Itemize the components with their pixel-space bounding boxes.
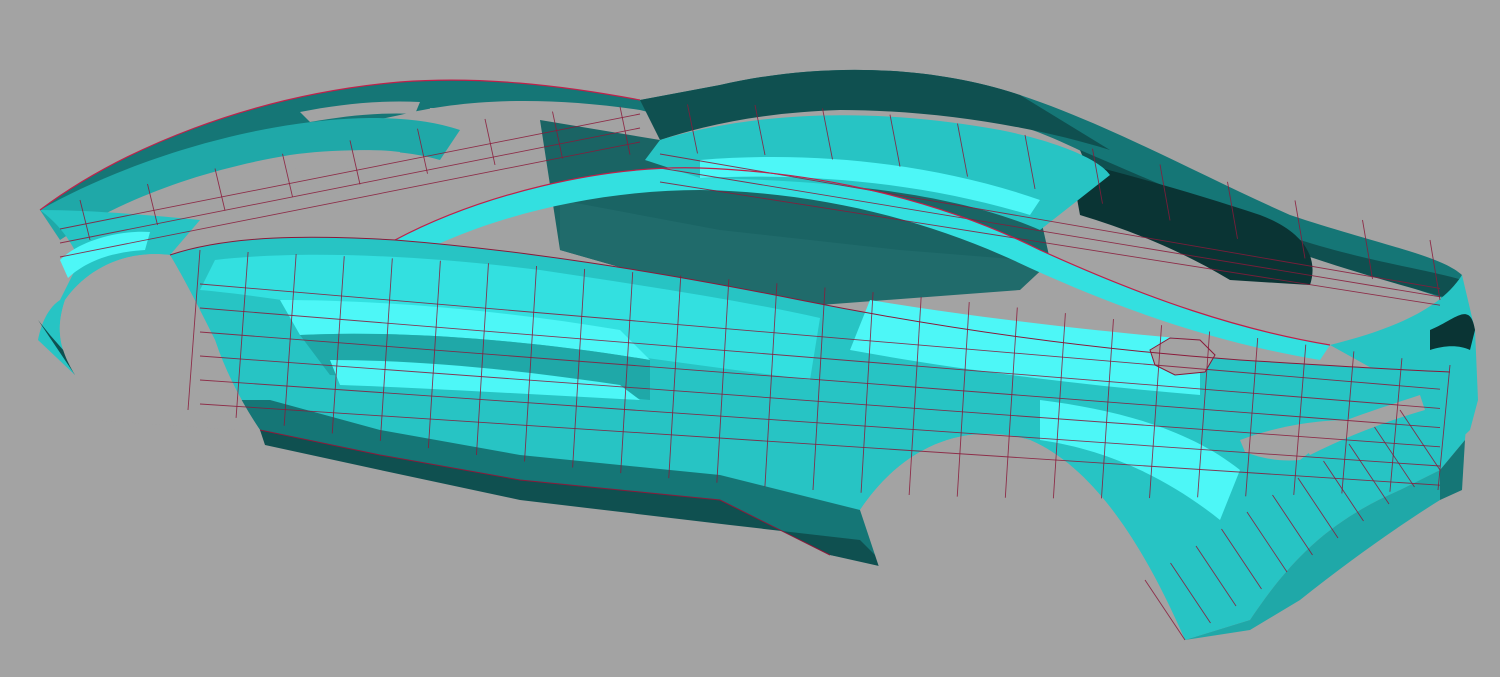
roof-vent-opening-2 (430, 108, 470, 118)
3d-viewport[interactable] (0, 0, 1500, 677)
mesh-roof-line (214, 168, 226, 211)
car-mesh-render (38, 69, 1478, 677)
